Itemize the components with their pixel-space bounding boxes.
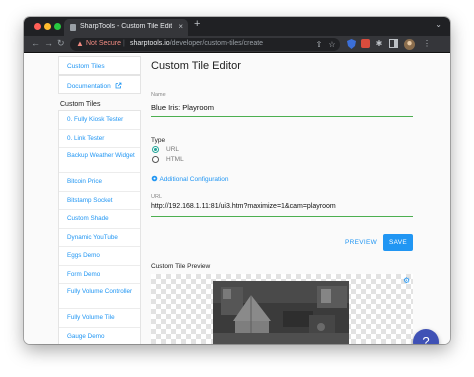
preview-title: Custom Tile Preview bbox=[151, 263, 211, 270]
editor-panel: Custom Tile Editor Name Blue Iris: Playr… bbox=[151, 54, 413, 344]
security-label[interactable]: Not Secure bbox=[86, 40, 121, 47]
address-separator: | bbox=[123, 40, 125, 47]
additional-configuration-link[interactable]: Additional Configuration bbox=[151, 175, 228, 183]
sidebar-item[interactable]: Fully Volume Controller bbox=[59, 284, 140, 309]
tab-search-icon[interactable]: ⌄ bbox=[435, 20, 442, 29]
minimize-window-button[interactable] bbox=[44, 23, 51, 30]
name-field[interactable]: Blue Iris: Playroom bbox=[151, 103, 214, 112]
sidebar-item[interactable]: Bitstamp Socket bbox=[59, 192, 140, 210]
name-underline bbox=[151, 116, 413, 117]
extensions-icon[interactable]: ✱ bbox=[374, 39, 384, 49]
back-icon[interactable]: ← bbox=[31, 38, 40, 48]
additional-configuration-label: Additional Configuration bbox=[159, 176, 229, 183]
page-content: Custom Tiles Documentation Custom Tiles … bbox=[24, 54, 450, 344]
url-label: URL bbox=[151, 194, 163, 200]
url-host: sharptools.io bbox=[130, 40, 170, 47]
tab-close-icon[interactable]: × bbox=[178, 22, 183, 31]
type-radio-url[interactable] bbox=[152, 146, 159, 153]
camera-preview-image bbox=[213, 281, 349, 344]
sidebar-item[interactable]: 0. Fully Kiosk Tester bbox=[59, 111, 140, 130]
sidebar-item[interactable]: Gauge Demo bbox=[59, 328, 140, 345]
sidebar-item[interactable]: 0. Link Tester bbox=[59, 130, 140, 148]
tab-bar: SharpTools - Custom Tile Editor × + ⌄ bbox=[24, 17, 450, 36]
documentation-label: Documentation bbox=[67, 83, 111, 90]
extension-badge-icon[interactable] bbox=[360, 39, 370, 49]
share-icon[interactable]: ⇧ bbox=[314, 40, 324, 50]
sidebar-item[interactable]: Bitcoin Price bbox=[59, 173, 140, 192]
browser-tab[interactable]: SharpTools - Custom Tile Editor × bbox=[64, 19, 188, 36]
close-window-button[interactable] bbox=[34, 23, 41, 30]
reload-icon[interactable]: ↻ bbox=[57, 38, 65, 49]
external-link-icon bbox=[115, 82, 121, 89]
sidebar-tile-list: 0. Fully Kiosk Tester 0. Link Tester Bac… bbox=[58, 110, 141, 344]
sidebar-item[interactable]: Custom Shade bbox=[59, 210, 140, 229]
type-label: Type bbox=[151, 137, 166, 144]
gear-icon bbox=[151, 175, 158, 182]
forward-icon[interactable]: → bbox=[44, 38, 53, 48]
browser-window: SharpTools - Custom Tile Editor × + ⌄ ← … bbox=[24, 17, 450, 344]
preview-settings-gear-icon[interactable]: ⚙ bbox=[403, 276, 410, 285]
address-bar[interactable]: ▲ Not Secure | sharptools.io/developer/c… bbox=[70, 38, 340, 51]
save-button[interactable]: SAVE bbox=[383, 234, 413, 251]
sidebar-section-title: Custom Tiles bbox=[60, 101, 101, 108]
extension-shield-icon[interactable] bbox=[346, 39, 356, 49]
sidebar-item[interactable]: Dynamic YouTube bbox=[59, 229, 140, 247]
help-button[interactable]: ? bbox=[413, 329, 439, 344]
sidebar-link-custom-tiles[interactable]: Custom Tiles bbox=[58, 56, 141, 75]
browser-toolbar: ← → ↻ ▲ Not Secure | sharptools.io/devel… bbox=[24, 36, 450, 53]
zoom-window-button[interactable] bbox=[54, 23, 61, 30]
type-radio-html[interactable] bbox=[152, 156, 159, 163]
sidebar: Custom Tiles Documentation Custom Tiles … bbox=[58, 54, 144, 344]
new-tab-button[interactable]: + bbox=[194, 18, 200, 30]
type-option-url-label[interactable]: URL bbox=[166, 146, 179, 153]
tab-strip-icon[interactable] bbox=[388, 39, 398, 49]
type-option-html-label[interactable]: HTML bbox=[166, 156, 184, 163]
url-path: /developer/custom-tiles/create bbox=[169, 40, 264, 47]
warning-icon[interactable]: ▲ bbox=[76, 39, 84, 48]
tab-title: SharpTools - Custom Tile Editor bbox=[80, 23, 172, 30]
sidebar-item[interactable]: Eggs Demo bbox=[59, 247, 140, 266]
favicon-icon bbox=[70, 24, 76, 31]
bookmark-star-icon[interactable]: ☆ bbox=[327, 40, 337, 50]
sidebar-link-documentation[interactable]: Documentation bbox=[58, 75, 141, 94]
url-text[interactable]: sharptools.io/developer/custom-tiles/cre… bbox=[130, 40, 263, 47]
sidebar-item[interactable]: Backup Weather Widget bbox=[59, 148, 140, 173]
name-label: Name bbox=[151, 92, 166, 98]
url-underline bbox=[151, 216, 413, 217]
url-field[interactable]: http://192.168.1.11:81/ui3.htm?maximize=… bbox=[151, 203, 336, 210]
profile-avatar[interactable] bbox=[404, 39, 415, 50]
browser-menu-icon[interactable]: ⋮ bbox=[422, 39, 432, 49]
preview-button[interactable]: PREVIEW bbox=[341, 236, 381, 250]
sidebar-item[interactable]: Form Demo bbox=[59, 266, 140, 284]
sidebar-item[interactable]: Fully Volume Tile bbox=[59, 309, 140, 328]
page-title: Custom Tile Editor bbox=[151, 60, 241, 72]
